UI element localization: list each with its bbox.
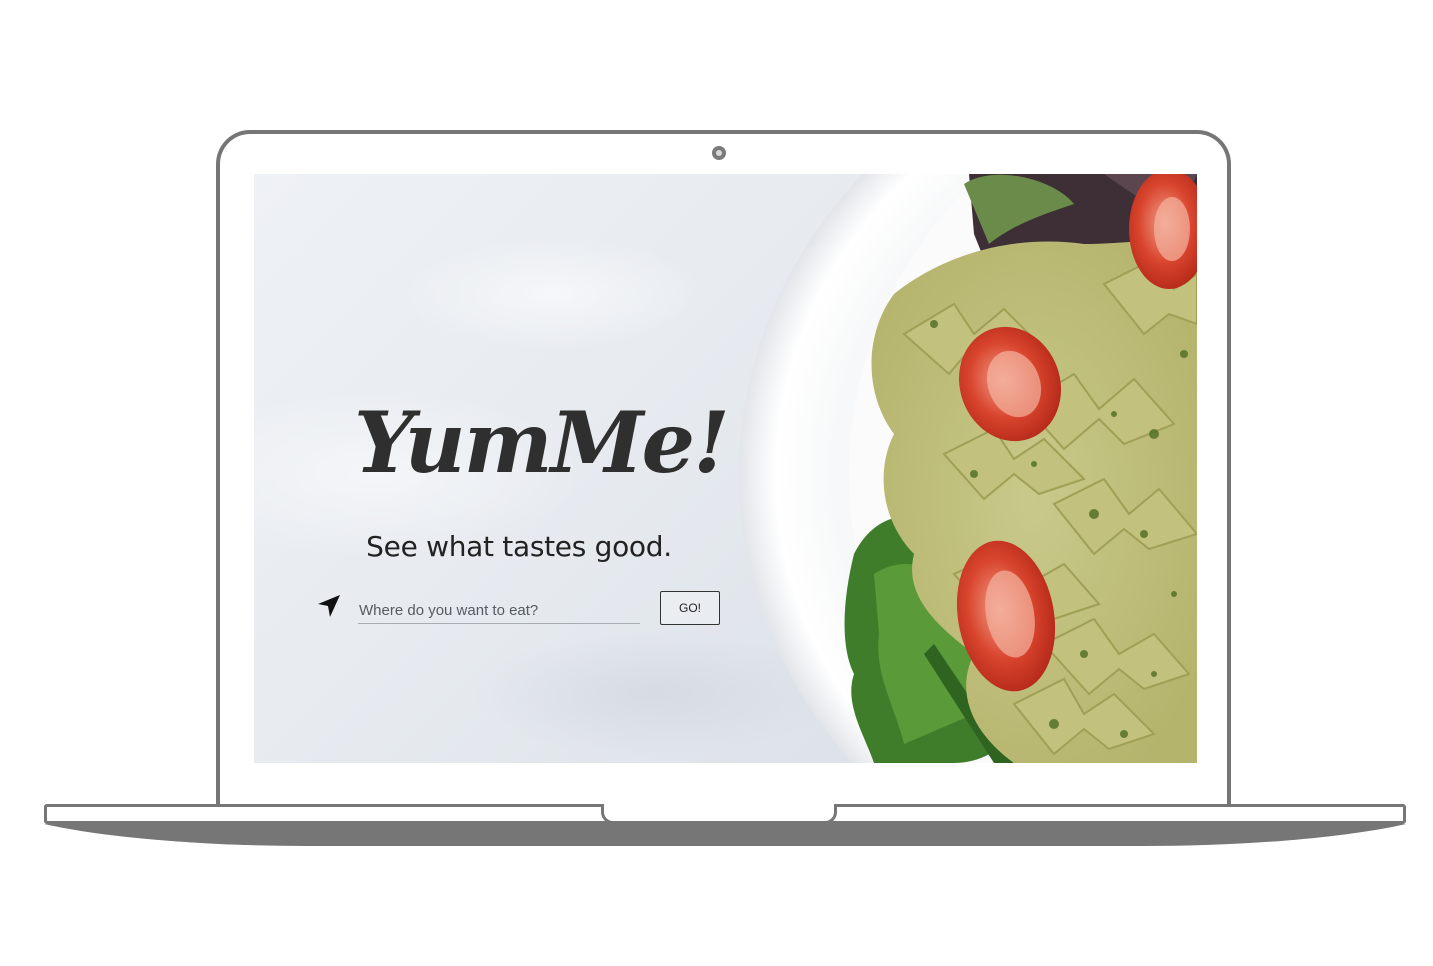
search-bar: GO! (316, 590, 726, 630)
laptop-notch (601, 804, 837, 824)
screen: YumMe! See what tastes good. GO! (254, 174, 1197, 763)
go-button[interactable]: GO! (660, 591, 720, 625)
yumme-logo: YumMe! (354, 393, 730, 492)
laptop-mockup: YumMe! See what tastes good. GO! (0, 0, 1433, 966)
location-arrow-icon[interactable] (316, 593, 342, 619)
location-search-input[interactable] (358, 598, 640, 624)
tagline: See what tastes good. (366, 530, 672, 563)
webcam-icon (712, 146, 726, 160)
laptop-base-bottom (44, 824, 1406, 846)
